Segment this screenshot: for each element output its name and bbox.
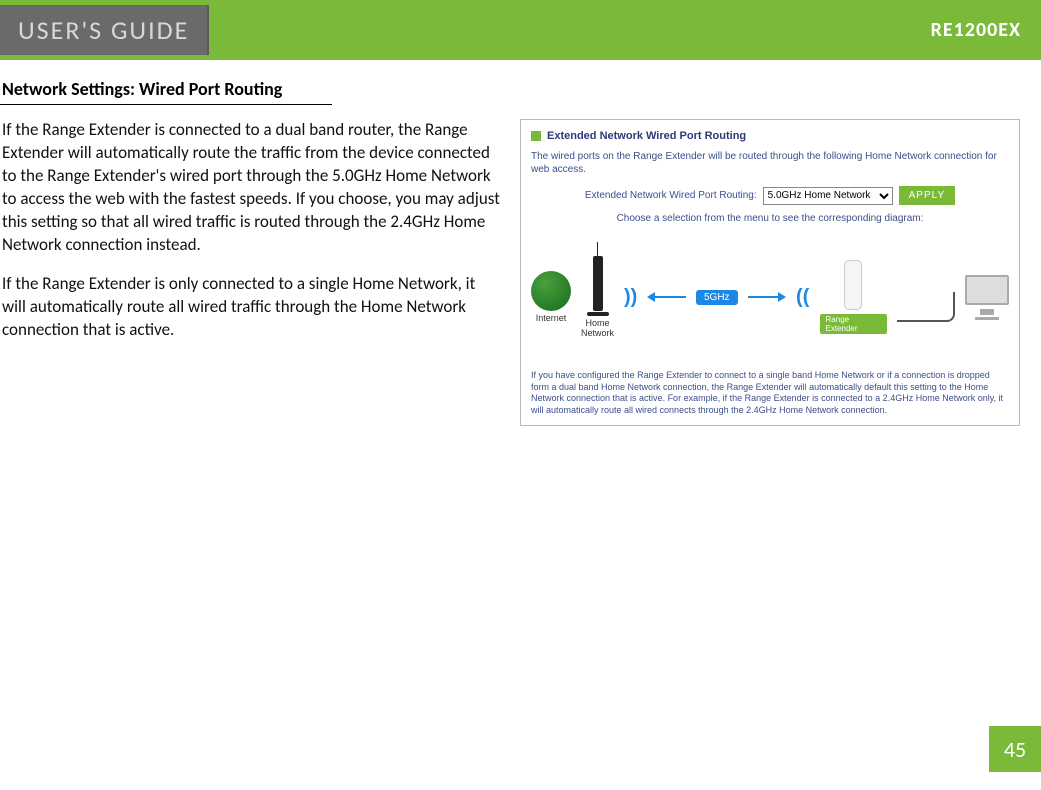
arrow-left-icon <box>647 292 686 302</box>
guide-title: USER'S GUIDE <box>0 5 209 55</box>
panel-footer-text: If you have configured the Range Extende… <box>531 370 1009 417</box>
network-diagram: Internet Home Network )) 5GHz )) Range E… <box>531 232 1009 362</box>
apply-button[interactable]: APPLY <box>899 186 956 205</box>
wifi-wave-icon: )) <box>624 286 637 309</box>
section-title: Network Settings: Wired Port Routing <box>0 78 332 105</box>
extender-node: Range Extender <box>820 260 887 334</box>
extender-icon <box>844 260 862 310</box>
band-badge: 5GHz <box>696 290 738 305</box>
panel-description: The wired ports on the Range Extender wi… <box>531 150 1009 176</box>
home-network-label: Home Network <box>581 318 614 338</box>
routing-select-label: Extended Network Wired Port Routing: <box>585 190 757 201</box>
square-bullet-icon <box>531 131 541 141</box>
internet-label: Internet <box>536 313 567 323</box>
extender-badge: Range Extender <box>820 314 887 334</box>
choose-instruction: Choose a selection from the menu to see … <box>531 213 1009 224</box>
internet-node: Internet <box>531 271 571 323</box>
router-icon <box>593 256 603 311</box>
monitor-icon <box>965 275 1009 305</box>
paragraph-2: If the Range Extender is only connected … <box>2 273 502 342</box>
paragraph-1: If the Range Extender is connected to a … <box>2 119 502 257</box>
routing-select[interactable]: 5.0GHz Home Network <box>763 187 893 205</box>
settings-panel: Extended Network Wired Port Routing The … <box>520 119 1020 426</box>
header-bar: USER'S GUIDE RE1200EX <box>0 0 1041 60</box>
arrow-right-icon <box>748 292 787 302</box>
body-text: If the Range Extender is connected to a … <box>2 119 502 357</box>
router-base-icon <box>587 312 609 316</box>
monitor-node <box>965 275 1009 320</box>
model-label: RE1200EX <box>931 18 1021 42</box>
globe-icon <box>531 271 571 311</box>
wired-line-icon <box>897 292 955 322</box>
page-number: 45 <box>989 726 1041 772</box>
router-node: Home Network <box>581 256 614 338</box>
panel-title: Extended Network Wired Port Routing <box>547 130 746 142</box>
wifi-wave-icon: )) <box>796 286 809 309</box>
monitor-stand-icon <box>980 309 994 315</box>
monitor-base-icon <box>975 317 999 320</box>
